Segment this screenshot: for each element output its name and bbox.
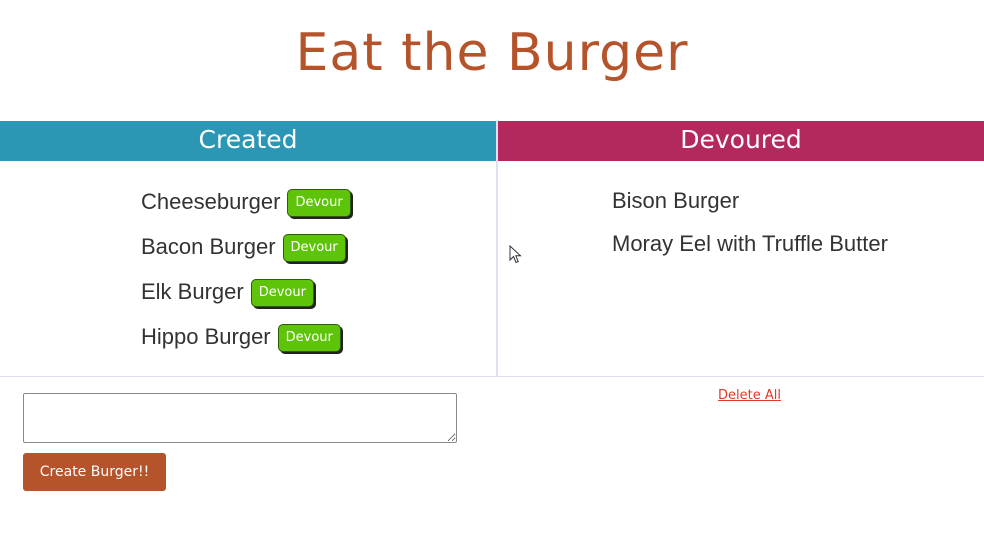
page-title: Eat the Burger xyxy=(295,23,689,83)
burger-name-input[interactable] xyxy=(23,393,457,443)
burger-panels: Created Cheeseburger Devour Bacon Burger… xyxy=(0,121,984,377)
delete-all-link[interactable]: Delete All xyxy=(718,388,781,403)
devour-button[interactable]: Devour xyxy=(287,189,351,217)
burger-name: Bacon Burger xyxy=(141,233,276,259)
burger-name: Cheeseburger xyxy=(141,188,281,214)
create-burger-button[interactable]: Create Burger!! xyxy=(23,453,166,491)
devour-button[interactable]: Devour xyxy=(250,279,314,307)
burger-name: Hippo Burger xyxy=(141,323,271,349)
list-item: Elk Burger Devour xyxy=(141,269,351,314)
burger-name: Moray Eel with Truffle Butter xyxy=(612,230,888,256)
devoured-header: Devoured xyxy=(498,121,984,161)
created-list: Cheeseburger Devour Bacon Burger Devour … xyxy=(141,179,351,359)
devoured-panel: Devoured Bison Burger Moray Eel with Tru… xyxy=(498,121,984,376)
created-header: Created xyxy=(0,121,496,161)
created-panel: Created Cheeseburger Devour Bacon Burger… xyxy=(0,121,498,376)
devoured-list: Bison Burger Moray Eel with Truffle Butt… xyxy=(612,179,888,265)
list-item: Moray Eel with Truffle Butter xyxy=(612,222,888,265)
burger-name: Bison Burger xyxy=(612,187,740,213)
list-item: Bacon Burger Devour xyxy=(141,224,351,269)
burger-name: Elk Burger xyxy=(141,278,244,304)
list-item: Cheeseburger Devour xyxy=(141,179,351,224)
list-item: Bison Burger xyxy=(612,179,888,222)
devour-button[interactable]: Devour xyxy=(277,324,341,352)
mouse-pointer-icon xyxy=(509,245,522,264)
devour-button[interactable]: Devour xyxy=(282,234,346,262)
list-item: Hippo Burger Devour xyxy=(141,314,351,359)
page: Eat the Burger Created Cheeseburger Devo… xyxy=(0,0,984,550)
